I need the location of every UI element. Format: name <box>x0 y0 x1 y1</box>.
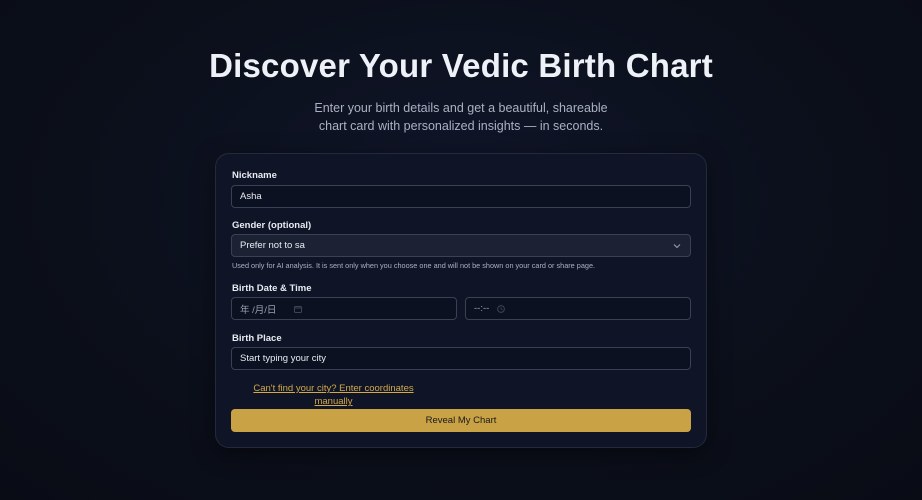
gender-hint: Used only for AI analysis. It is sent on… <box>232 261 596 270</box>
birth-place-value: Start typing your city <box>240 353 327 364</box>
gender-label: Gender (optional) <box>232 220 312 231</box>
gender-value: Prefer not to sa <box>240 240 305 251</box>
time-placeholder: --:-- <box>474 303 490 314</box>
birth-time-input[interactable]: --:-- <box>465 297 691 320</box>
nickname-value: Asha <box>240 191 262 202</box>
birth-place-input[interactable]: Start typing your city <box>231 347 691 370</box>
nickname-label: Nickname <box>232 170 277 181</box>
hero: Discover Your Vedic Birth Chart Enter yo… <box>0 46 922 135</box>
page-title: Discover Your Vedic Birth Chart <box>209 47 713 84</box>
birth-datetime-label: Birth Date & Time <box>232 283 312 294</box>
page-subtitle: Enter your birth details and get a beaut… <box>314 101 608 133</box>
chevron-down-icon <box>672 241 682 251</box>
birth-details-card: Nickname Asha Gender (optional) Prefer n… <box>215 153 707 448</box>
page: Discover Your Vedic Birth Chart Enter yo… <box>0 0 922 500</box>
date-placeholder: 年 /月/日 <box>240 304 277 316</box>
clock-icon[interactable] <box>497 304 506 313</box>
birth-place-label: Birth Place <box>232 333 282 344</box>
calendar-icon[interactable] <box>294 305 303 313</box>
manual-coordinates-link[interactable]: Can't find your city? Enter coordinates … <box>246 382 421 408</box>
reveal-chart-button[interactable]: Reveal My Chart <box>231 409 691 432</box>
birth-date-input[interactable]: 年 /月/日 <box>231 297 457 320</box>
gender-select[interactable]: Prefer not to sa <box>231 234 691 257</box>
nickname-input[interactable]: Asha <box>231 185 691 208</box>
